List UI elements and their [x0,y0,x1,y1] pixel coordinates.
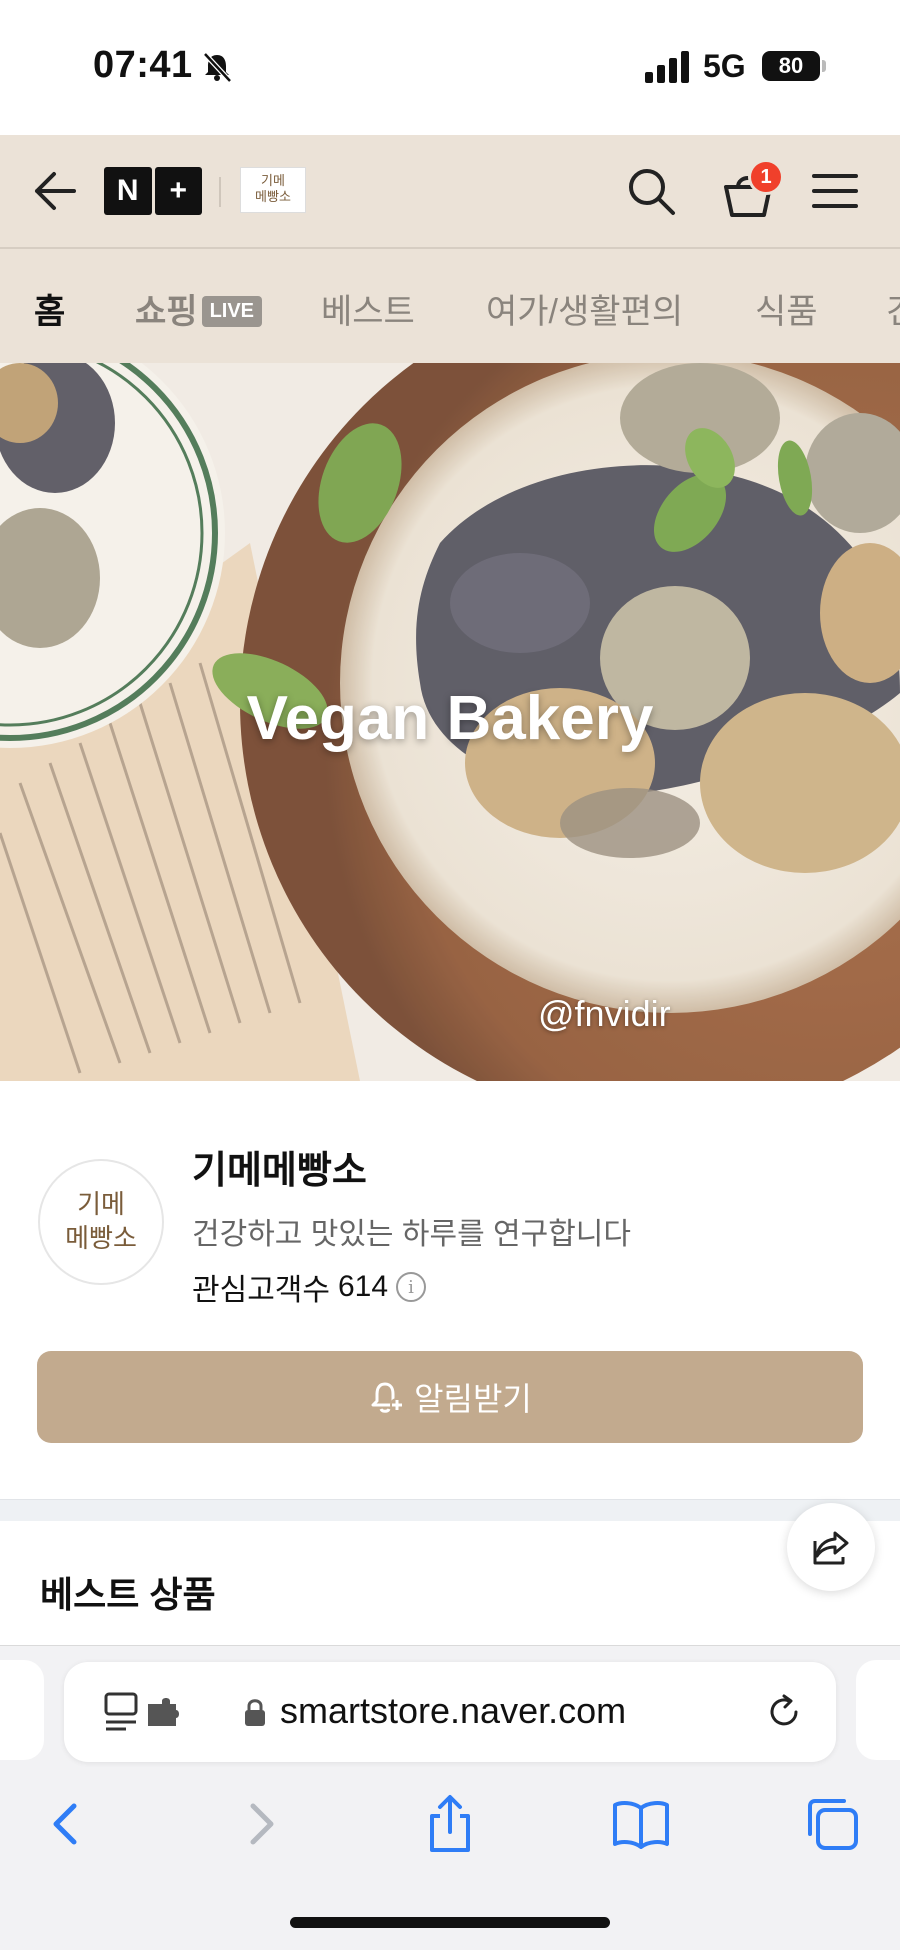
forward-icon[interactable] [231,1794,291,1854]
tab-label: 여가/생활편의 [486,293,684,331]
next-tab-peek[interactable] [856,1660,900,1760]
banner-title: Vegan Bakery [246,684,654,753]
search-icon[interactable] [625,165,679,219]
naver-plus-logo[interactable]: N + [104,167,202,215]
home-indicator [290,1917,610,1928]
store-description: 건강하고 맛있는 하루를 연구합니다 [192,1218,632,1251]
share-button[interactable] [787,1503,875,1591]
tab-label: 건 [886,293,900,331]
network-type: 5G [703,48,746,84]
tab-food[interactable]: 식품 [755,284,818,333]
best-products-title: 베스트 상품 [40,1574,216,1615]
share-sheet-icon[interactable] [420,1794,480,1854]
bell-off-icon [203,52,232,83]
tab-label: 베스트 [321,293,415,331]
category-tabs: 홈 쇼핑LIVE 베스트 여가/생활편의 식품 건 [0,249,900,363]
subscribe-alert-button[interactable]: 알림받기 [37,1351,863,1443]
reader-extension-icon[interactable] [104,1692,186,1732]
brand-letter-n: N [104,167,152,215]
bell-plus-icon [371,1382,405,1413]
browser-toolbar: smartstore.naver.com [0,1645,900,1950]
share-icon [813,1531,849,1565]
follower-number: 614 [338,1270,389,1303]
store-logo[interactable]: 기메 메빵소 [240,167,306,213]
info-icon[interactable]: i [396,1272,427,1302]
previous-tab-peek[interactable] [0,1660,44,1760]
back-arrow-icon[interactable] [30,168,80,214]
tab-home[interactable]: 홈 [34,284,65,333]
tab-leisure[interactable]: 여가/생활편의 [486,284,683,333]
back-icon[interactable] [36,1794,96,1854]
section-divider [0,1499,900,1521]
avatar-line: 메빵소 [65,1224,137,1254]
battery-indicator: 80 [762,51,820,81]
tab-label: 쇼핑 [135,293,198,331]
bookmarks-icon[interactable] [611,1794,671,1854]
store-logo-line: 기메 [261,174,285,189]
battery-cap [822,60,826,72]
store-logo-line: 메빵소 [255,190,291,205]
follower-label: 관심고객수 [192,1274,330,1307]
url-text[interactable]: smartstore.naver.com [280,1690,626,1732]
store-banner[interactable]: Vegan Bakery @fnvidir [0,363,900,1081]
lock-icon [245,1699,265,1726]
store-avatar: 기메 메빵소 [38,1159,164,1285]
tab-best[interactable]: 베스트 [321,284,415,333]
tabs-icon[interactable] [802,1794,862,1854]
signal-icon [645,51,689,83]
tab-shopping-live[interactable]: 쇼핑 LIVE [135,284,263,333]
tab-label: 식품 [755,293,818,331]
store-header: N + 기메 메빵소 1 [0,135,900,249]
banner-credit: @fnvidir [538,993,671,1034]
reload-icon[interactable] [764,1692,804,1732]
cart-count-badge: 1 [748,159,784,195]
status-bar: 07:41 5G 80 [0,0,900,135]
status-time: 07:41 [93,44,193,86]
alert-button-label: 알림받기 [414,1381,532,1417]
tab-health[interactable]: 건 [886,284,900,333]
tab-label: 홈 [34,293,66,331]
address-bar[interactable]: smartstore.naver.com [64,1662,836,1762]
brand-letter-plus: + [154,167,202,215]
follower-count: 관심고객수 614 i [192,1265,427,1309]
store-name: 기메메빵소 [192,1150,367,1192]
logo-divider [219,177,221,207]
live-badge: LIVE [201,295,263,327]
store-profile: 기메 메빵소 기메메빵소 건강하고 맛있는 하루를 연구합니다 관심고객수 61… [0,1081,900,1499]
hamburger-menu-icon[interactable] [810,170,860,212]
avatar-line: 기메 [77,1190,125,1220]
best-products-section: 베스트 상품 [0,1521,900,1645]
